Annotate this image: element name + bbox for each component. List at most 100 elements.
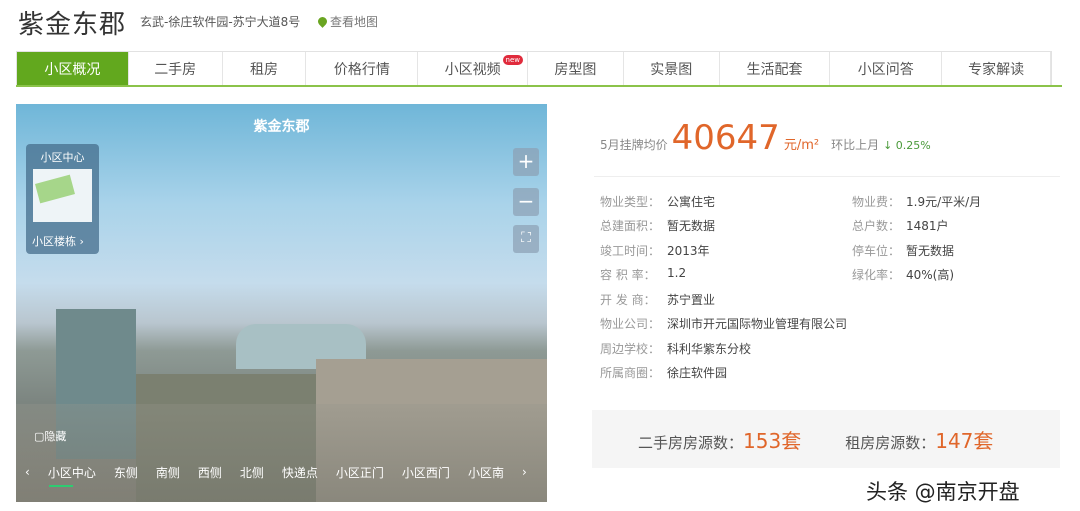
detail-value: 1.9元/平米/月 xyxy=(906,195,982,209)
view-item[interactable]: 北侧 xyxy=(231,464,273,481)
detail-value: 公寓住宅 xyxy=(667,195,716,209)
buildings-link[interactable]: 小区楼栋 › xyxy=(32,233,84,249)
detail-row: 总户数： 1481户 xyxy=(852,217,949,234)
price-summary: 5月挂牌均价 40647 元/m² 环比上月 ↓ 0.25% xyxy=(600,118,931,158)
tab-label: 小区问答 xyxy=(857,62,914,78)
tab-label: 二手房 xyxy=(154,62,197,78)
detail-label: 开 发 商： xyxy=(600,293,656,307)
resale-count-link[interactable]: 二手房房源数：153套 xyxy=(638,425,801,454)
panorama-viewer[interactable]: 紫金东郡 小区中心 小区楼栋 › + − ⛶ ▢隐藏 ‹ 小区中心 东侧 南侧 西侧北… xyxy=(16,104,547,502)
panorama-title: 紫金东郡 xyxy=(253,119,310,135)
zoom-in-button[interactable]: + xyxy=(513,148,539,176)
tab-label: 小区概况 xyxy=(44,62,101,78)
detail-value: 40%(高) xyxy=(906,268,955,282)
detail-label: 总户数： xyxy=(852,219,901,233)
tab-5[interactable]: 房型图 xyxy=(528,52,624,86)
detail-row: 竣工时间： 2013年 xyxy=(600,242,710,259)
tab-label: 实景图 xyxy=(650,62,693,78)
tab-label: 租房 xyxy=(250,62,279,78)
detail-value: 科利华紫东分校 xyxy=(667,342,752,356)
view-map-label: 查看地图 xyxy=(330,15,379,29)
tab-3[interactable]: 价格行情 xyxy=(306,52,419,86)
detail-label: 总建面积： xyxy=(600,219,661,233)
detail-row: 容 积 率： 1.2 xyxy=(600,266,686,283)
tab-label: 小区视频 xyxy=(444,62,501,78)
price-change: ↓ 0.25% xyxy=(883,139,931,152)
next-arrow-icon[interactable]: › xyxy=(513,465,536,479)
tab-label: 房型图 xyxy=(554,62,597,78)
address: 玄武-徐庄软件园-苏宁大道8号 xyxy=(140,15,301,29)
detail-label: 所属商圈： xyxy=(600,366,661,380)
detail-row: 绿化率： 40%(高) xyxy=(852,266,954,283)
tab-8[interactable]: 小区问答 xyxy=(830,52,943,86)
new-badge: new xyxy=(502,55,523,65)
view-nav: ‹ 小区中心 东侧 南侧 西侧 北侧 快递点 小区正门 小区西门 小区南 › xyxy=(16,460,547,487)
tab-label: 生活配套 xyxy=(746,62,803,78)
price-unit: 元/m² xyxy=(783,138,820,153)
minimap-image[interactable] xyxy=(33,169,92,222)
rent-label: 租房房源数： xyxy=(845,433,936,452)
view-item[interactable]: 西侧 xyxy=(189,464,231,481)
detail-label: 停车位： xyxy=(852,244,901,258)
rent-count-link[interactable]: 租房房源数：147套 xyxy=(845,425,993,454)
watermark: 头条 @南京开盘 xyxy=(866,480,1020,504)
detail-row: 物业公司： 深圳市开元国际物业管理有限公司 xyxy=(600,315,847,332)
tab-0[interactable]: 小区概况 xyxy=(17,52,129,86)
minimap[interactable]: 小区中心 小区楼栋 › xyxy=(26,144,99,254)
view-item[interactable]: 快递点 xyxy=(273,464,327,481)
fullscreen-button[interactable]: ⛶ xyxy=(513,225,539,253)
detail-row: 所属商圈： 徐庄软件园 xyxy=(600,364,727,381)
detail-value: 苏宁置业 xyxy=(667,293,716,307)
location-pin-icon xyxy=(316,15,329,28)
detail-label: 容 积 率： xyxy=(600,268,656,282)
price-label: 5月挂牌均价 xyxy=(600,138,668,152)
compare-label: 环比上月 xyxy=(831,138,880,152)
tab-2[interactable]: 租房 xyxy=(223,52,307,86)
view-map-link[interactable]: 查看地图 xyxy=(316,13,379,30)
detail-row: 总建面积： 暂无数据 xyxy=(600,217,715,234)
tab-label: 专家解读 xyxy=(968,62,1025,78)
tab-bar: 小区概况 二手房 租房 价格行情 小区视频 new 房型图 实景图 生活配套 小区问答 专家解读 xyxy=(16,51,1052,86)
detail-value: 深圳市开元国际物业管理有限公司 xyxy=(667,317,848,331)
detail-row: 物业费： 1.9元/平米/月 xyxy=(852,193,981,210)
view-item[interactable]: 小区南 xyxy=(459,464,513,481)
prev-arrow-icon[interactable]: ‹ xyxy=(16,465,39,479)
detail-label: 物业公司： xyxy=(600,317,661,331)
detail-label: 物业类型： xyxy=(600,195,661,209)
view-item[interactable]: 南侧 xyxy=(147,464,189,481)
detail-row: 开 发 商： 苏宁置业 xyxy=(600,291,715,308)
resale-value: 153套 xyxy=(743,428,802,453)
detail-value: 1.2 xyxy=(667,266,687,280)
tab-4[interactable]: 小区视频 new xyxy=(418,52,528,86)
zoom-out-button[interactable]: − xyxy=(513,188,539,216)
tab-label: 价格行情 xyxy=(333,62,390,78)
detail-label: 物业费： xyxy=(852,195,901,209)
detail-label: 周边学校： xyxy=(600,342,661,356)
listing-counts: 二手房房源数：153套 租房房源数：147套 xyxy=(592,410,1060,468)
detail-row: 停车位： 暂无数据 xyxy=(852,242,954,259)
price-value: 40647 xyxy=(671,118,780,158)
view-item[interactable]: 东侧 xyxy=(105,464,147,481)
rent-value: 147套 xyxy=(935,428,994,453)
view-item[interactable]: 小区中心 xyxy=(39,464,105,487)
detail-value: 暂无数据 xyxy=(667,219,716,233)
minimap-title: 小区中心 xyxy=(40,151,85,164)
view-item[interactable]: 小区正门 xyxy=(327,464,393,481)
tab-1[interactable]: 二手房 xyxy=(129,52,223,86)
tab-7[interactable]: 生活配套 xyxy=(720,52,831,86)
detail-value: 徐庄软件园 xyxy=(667,366,728,380)
tab-underline xyxy=(16,85,1062,87)
detail-value: 2013年 xyxy=(667,244,710,258)
resale-label: 二手房房源数： xyxy=(638,433,744,452)
detail-label: 绿化率： xyxy=(852,268,901,282)
detail-value: 1481户 xyxy=(906,219,949,233)
divider xyxy=(594,176,1060,177)
detail-row: 物业类型： 公寓住宅 xyxy=(600,193,715,210)
view-item[interactable]: 小区西门 xyxy=(393,464,459,481)
tab-9[interactable]: 专家解读 xyxy=(942,52,1051,86)
detail-row: 周边学校： 科利华紫东分校 xyxy=(600,340,751,357)
hide-toggle[interactable]: ▢隐藏 xyxy=(34,428,66,444)
tab-6[interactable]: 实景图 xyxy=(624,52,720,86)
detail-value: 暂无数据 xyxy=(906,244,955,258)
page-title: 紫金东郡 xyxy=(18,10,127,40)
